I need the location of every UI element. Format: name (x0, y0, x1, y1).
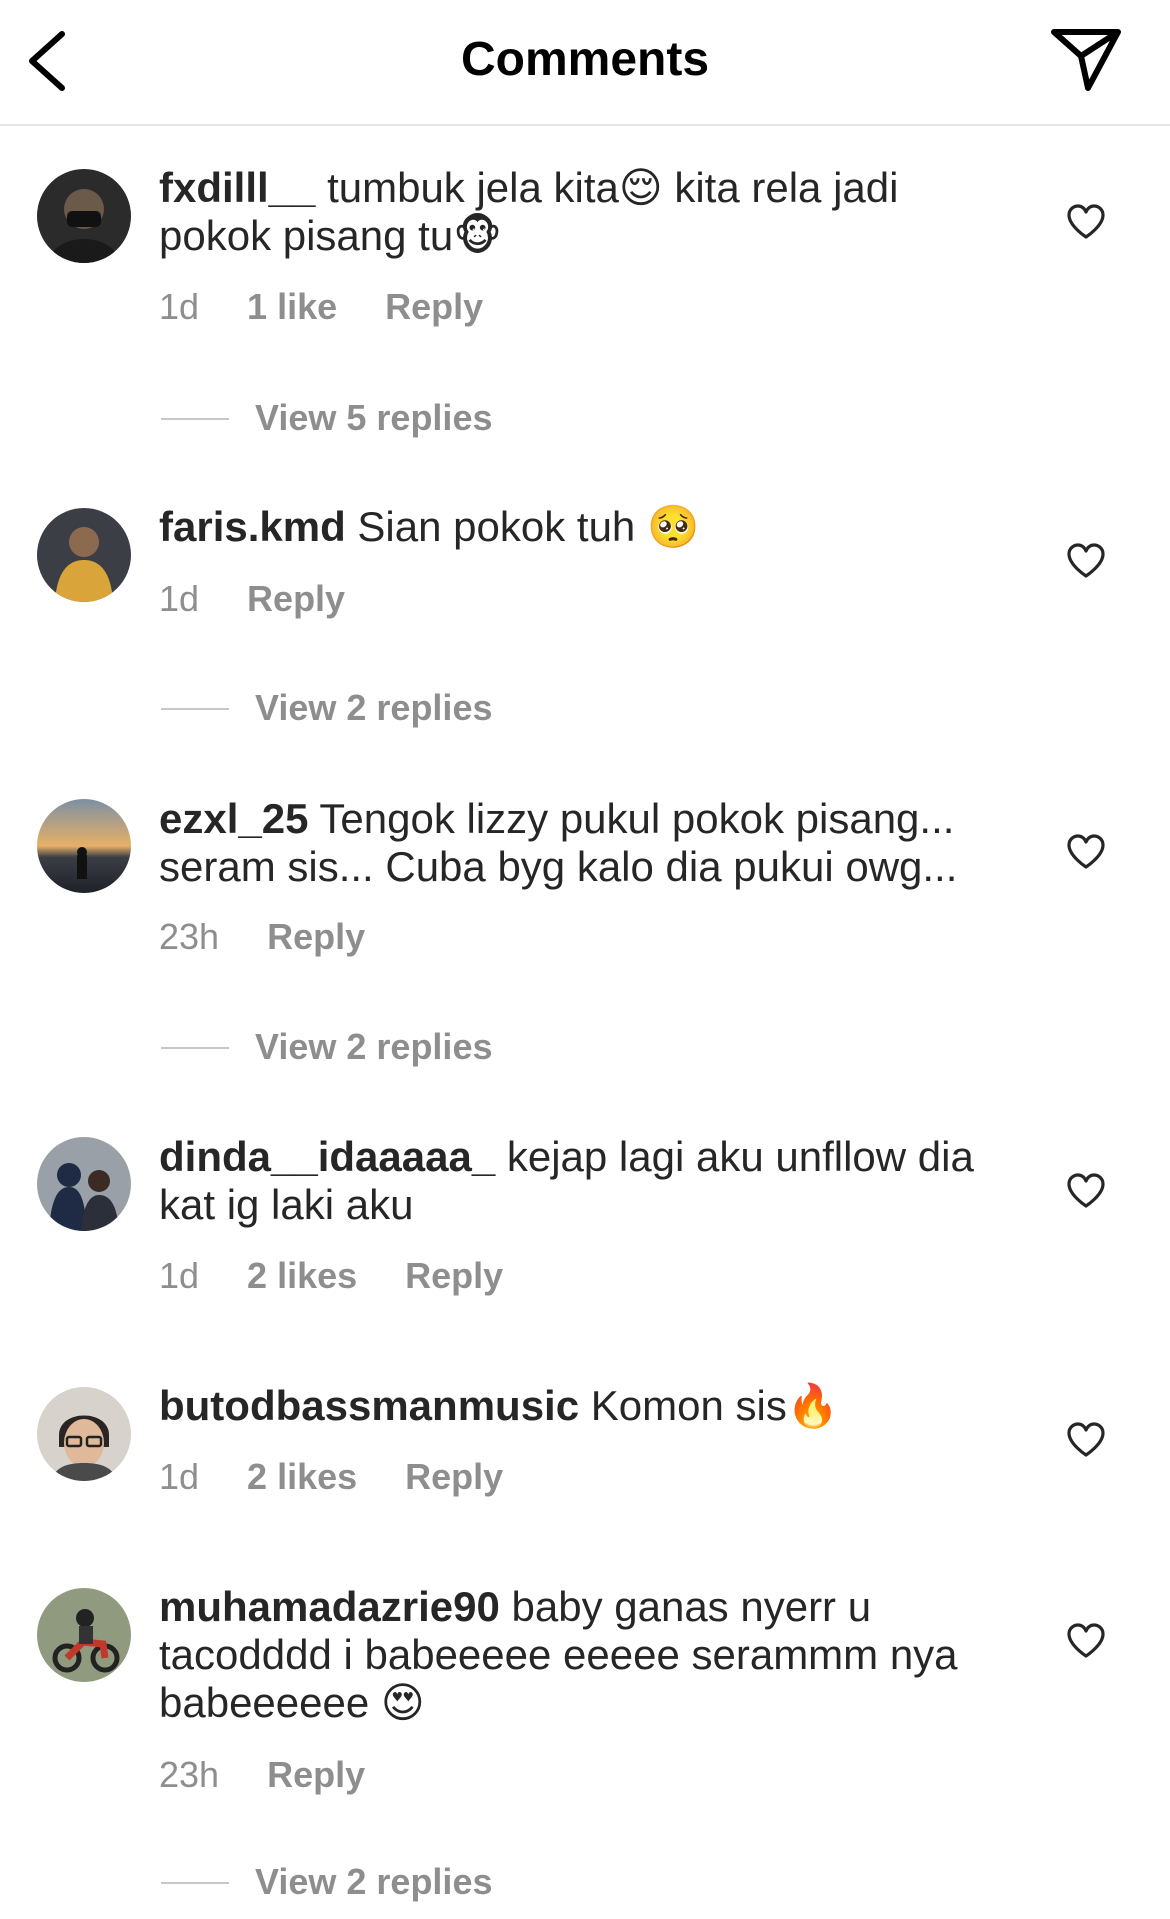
reply-thread-line (161, 1882, 229, 1884)
like-button[interactable] (1066, 1623, 1106, 1659)
share-button[interactable] (1048, 24, 1124, 94)
reply-button[interactable]: Reply (267, 915, 365, 959)
view-replies-label: View 2 replies (255, 1861, 493, 1902)
header-bar: Comments (0, 0, 1170, 126)
comment-text: Komon sis🔥 (590, 1382, 840, 1429)
like-button[interactable] (1066, 204, 1106, 240)
view-replies-label: View 2 replies (255, 687, 493, 728)
view-replies-label: View 5 replies (255, 397, 493, 438)
heart-outline-icon (1067, 834, 1105, 869)
comment-time: 1d (159, 578, 200, 619)
like-button[interactable] (1066, 1422, 1106, 1458)
comment-time: 23h (159, 916, 220, 957)
heart-outline-icon (1067, 204, 1105, 239)
comment-username[interactable]: ezxl_25 (159, 795, 308, 842)
comment-time: 1d (159, 1456, 200, 1497)
avatar[interactable] (37, 1387, 131, 1481)
comment-username[interactable]: muhamadazrie90 (159, 1583, 500, 1630)
likes-count[interactable]: 1 like (247, 285, 337, 329)
like-button[interactable] (1066, 1173, 1106, 1209)
heart-outline-icon (1067, 1173, 1105, 1208)
comment-username[interactable]: dinda__idaaaaa_ (159, 1133, 495, 1180)
comment-time: 1d (159, 1255, 200, 1296)
comment-username[interactable]: fxdilll__ (159, 164, 315, 211)
reply-thread-line (161, 418, 229, 420)
heart-outline-icon (1067, 543, 1105, 578)
comment-time: 23h (159, 1754, 220, 1795)
avatar[interactable] (37, 508, 131, 602)
avatar[interactable] (37, 799, 131, 893)
like-button[interactable] (1066, 543, 1106, 579)
reply-thread-line (161, 1047, 229, 1049)
heart-outline-icon (1067, 1422, 1105, 1457)
like-button[interactable] (1066, 834, 1106, 870)
avatar[interactable] (37, 169, 131, 263)
reply-button[interactable]: Reply (405, 1455, 503, 1499)
view-replies-label: View 2 replies (255, 1026, 493, 1067)
likes-count[interactable]: 2 likes (247, 1254, 357, 1298)
reply-button[interactable]: Reply (405, 1254, 503, 1298)
comment-username[interactable]: butodbassmanmusic (159, 1382, 579, 1429)
comment-text: Sian pokok tuh 🥺 (357, 503, 700, 550)
reply-thread-line (161, 708, 229, 710)
avatar[interactable] (37, 1137, 131, 1231)
reply-button[interactable]: Reply (385, 285, 483, 329)
heart-outline-icon (1067, 1623, 1105, 1658)
avatar[interactable] (37, 1588, 131, 1682)
comment-username[interactable]: faris.kmd (159, 503, 346, 550)
paper-plane-icon (1051, 29, 1121, 91)
likes-count[interactable]: 2 likes (247, 1455, 357, 1499)
comment-time: 1d (159, 286, 200, 327)
reply-button[interactable]: Reply (267, 1753, 365, 1797)
page-title: Comments (460, 33, 710, 86)
reply-button[interactable]: Reply (247, 577, 345, 621)
